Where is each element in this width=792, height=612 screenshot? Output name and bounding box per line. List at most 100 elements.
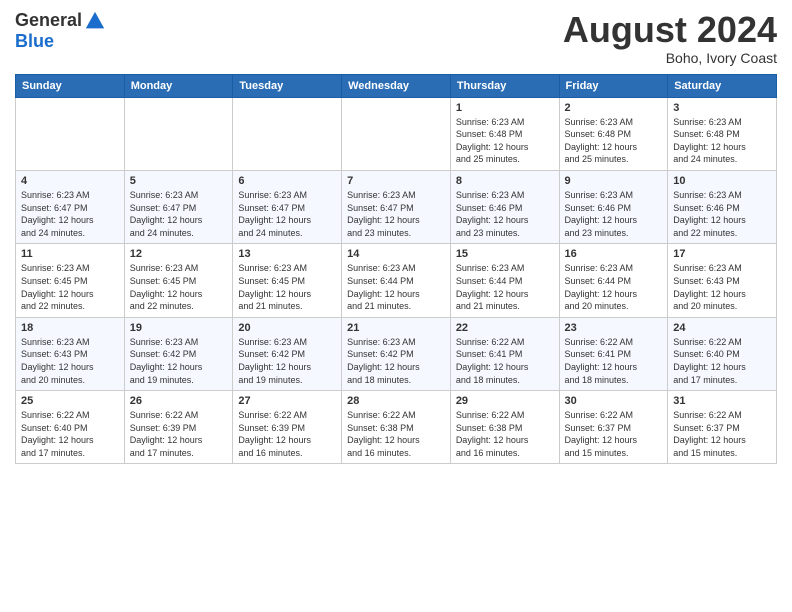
day-number: 29 <box>456 395 554 407</box>
day-number: 31 <box>673 395 771 407</box>
day-info: Sunrise: 6:23 AM Sunset: 6:47 PM Dayligh… <box>21 189 119 239</box>
calendar-cell: 3 Sunrise: 6:23 AM Sunset: 6:48 PM Daylig… <box>668 97 777 170</box>
day-number: 11 <box>21 248 119 260</box>
day-info: Sunrise: 6:22 AM Sunset: 6:37 PM Dayligh… <box>673 409 771 459</box>
day-info: Sunrise: 6:23 AM Sunset: 6:47 PM Dayligh… <box>347 189 445 239</box>
calendar-cell: 30 Sunrise: 6:22 AM Sunset: 6:37 PM Dayli… <box>559 391 668 464</box>
day-info: Sunrise: 6:23 AM Sunset: 6:48 PM Dayligh… <box>673 116 771 166</box>
calendar-week-2: 4 Sunrise: 6:23 AM Sunset: 6:47 PM Daylig… <box>16 170 777 243</box>
day-number: 15 <box>456 248 554 260</box>
day-number: 6 <box>238 175 336 187</box>
calendar-header-monday: Monday <box>124 74 233 97</box>
calendar-cell: 25Sunrise: 6:22 AM Sunset: 6:40 PM Dayli… <box>16 391 125 464</box>
logo-blue: Blue <box>15 32 106 52</box>
day-number: 30 <box>565 395 663 407</box>
calendar-cell: 16Sunrise: 6:23 AM Sunset: 6:44 PM Dayli… <box>559 244 668 317</box>
day-number: 17 <box>673 248 771 260</box>
day-info: Sunrise: 6:22 AM Sunset: 6:41 PM Dayligh… <box>456 336 554 386</box>
calendar-cell: 17Sunrise: 6:23 AM Sunset: 6:43 PM Dayli… <box>668 244 777 317</box>
day-number: 5 <box>130 175 228 187</box>
calendar-week-4: 18 Sunrise: 6:23 AM Sunset: 6:43 PM Dayli… <box>16 317 777 390</box>
calendar-cell: 15Sunrise: 6:23 AM Sunset: 6:44 PM Dayli… <box>450 244 559 317</box>
day-number: 7 <box>347 175 445 187</box>
day-number: 2 <box>565 102 663 114</box>
calendar-cell: 14 Sunrise: 6:23 AM Sunset: 6:44 PM Dayli… <box>342 244 451 317</box>
day-info: Sunrise: 6:23 AM Sunset: 6:44 PM Dayligh… <box>565 262 663 312</box>
day-info: Sunrise: 6:23 AM Sunset: 6:47 PM Dayligh… <box>130 189 228 239</box>
day-info: Sunrise: 6:23 AM Sunset: 6:44 PM Dayligh… <box>347 262 445 312</box>
calendar-cell: 5 Sunrise: 6:23 AM Sunset: 6:47 PM Daylig… <box>124 170 233 243</box>
calendar-cell <box>16 97 125 170</box>
logo-text-block: General Blue <box>15 10 106 52</box>
page: General Blue August 2024 Boho, Ivory Coa… <box>0 0 792 612</box>
day-number: 23 <box>565 322 663 334</box>
calendar-cell: 11 Sunrise: 6:23 AM Sunset: 6:45 PM Dayli… <box>16 244 125 317</box>
day-info: Sunrise: 6:22 AM Sunset: 6:39 PM Dayligh… <box>130 409 228 459</box>
calendar-cell: 27Sunrise: 6:22 AM Sunset: 6:39 PM Dayli… <box>233 391 342 464</box>
day-info: Sunrise: 6:23 AM Sunset: 6:45 PM Dayligh… <box>238 262 336 312</box>
calendar-cell: 26Sunrise: 6:22 AM Sunset: 6:39 PM Dayli… <box>124 391 233 464</box>
day-info: Sunrise: 6:23 AM Sunset: 6:46 PM Dayligh… <box>565 189 663 239</box>
day-number: 19 <box>130 322 228 334</box>
day-info: Sunrise: 6:23 AM Sunset: 6:42 PM Dayligh… <box>238 336 336 386</box>
calendar-cell <box>124 97 233 170</box>
day-info: Sunrise: 6:22 AM Sunset: 6:38 PM Dayligh… <box>347 409 445 459</box>
day-info: Sunrise: 6:22 AM Sunset: 6:37 PM Dayligh… <box>565 409 663 459</box>
logo-general: General <box>15 11 82 31</box>
day-number: 20 <box>238 322 336 334</box>
calendar-cell: 9 Sunrise: 6:23 AM Sunset: 6:46 PM Daylig… <box>559 170 668 243</box>
day-number: 13 <box>238 248 336 260</box>
day-info: Sunrise: 6:23 AM Sunset: 6:42 PM Dayligh… <box>347 336 445 386</box>
day-info: Sunrise: 6:23 AM Sunset: 6:46 PM Dayligh… <box>456 189 554 239</box>
title-block: August 2024 Boho, Ivory Coast <box>563 10 777 66</box>
calendar-cell: 13 Sunrise: 6:23 AM Sunset: 6:45 PM Dayli… <box>233 244 342 317</box>
day-number: 10 <box>673 175 771 187</box>
calendar-header-row: SundayMondayTuesdayWednesdayThursdayFrid… <box>16 74 777 97</box>
day-info: Sunrise: 6:23 AM Sunset: 6:42 PM Dayligh… <box>130 336 228 386</box>
day-number: 8 <box>456 175 554 187</box>
day-info: Sunrise: 6:23 AM Sunset: 6:48 PM Dayligh… <box>565 116 663 166</box>
day-number: 3 <box>673 102 771 114</box>
logo-icon <box>84 10 106 32</box>
calendar-week-3: 11 Sunrise: 6:23 AM Sunset: 6:45 PM Dayli… <box>16 244 777 317</box>
calendar-cell: 20 Sunrise: 6:23 AM Sunset: 6:42 PM Dayli… <box>233 317 342 390</box>
day-info: Sunrise: 6:23 AM Sunset: 6:45 PM Dayligh… <box>21 262 119 312</box>
calendar-header-tuesday: Tuesday <box>233 74 342 97</box>
day-info: Sunrise: 6:22 AM Sunset: 6:38 PM Dayligh… <box>456 409 554 459</box>
calendar-cell: 4 Sunrise: 6:23 AM Sunset: 6:47 PM Daylig… <box>16 170 125 243</box>
calendar-cell: 10Sunrise: 6:23 AM Sunset: 6:46 PM Dayli… <box>668 170 777 243</box>
calendar-cell <box>233 97 342 170</box>
calendar-header-friday: Friday <box>559 74 668 97</box>
day-number: 14 <box>347 248 445 260</box>
calendar-header-sunday: Sunday <box>16 74 125 97</box>
day-number: 22 <box>456 322 554 334</box>
calendar-header-wednesday: Wednesday <box>342 74 451 97</box>
day-number: 4 <box>21 175 119 187</box>
calendar-cell: 24Sunrise: 6:22 AM Sunset: 6:40 PM Dayli… <box>668 317 777 390</box>
day-info: Sunrise: 6:23 AM Sunset: 6:48 PM Dayligh… <box>456 116 554 166</box>
calendar-cell: 31 Sunrise: 6:22 AM Sunset: 6:37 PM Dayli… <box>668 391 777 464</box>
day-info: Sunrise: 6:23 AM Sunset: 6:47 PM Dayligh… <box>238 189 336 239</box>
calendar-cell: 22 Sunrise: 6:22 AM Sunset: 6:41 PM Dayli… <box>450 317 559 390</box>
day-number: 9 <box>565 175 663 187</box>
day-number: 18 <box>21 322 119 334</box>
logo: General Blue <box>15 10 106 52</box>
calendar-cell: 18 Sunrise: 6:23 AM Sunset: 6:43 PM Dayli… <box>16 317 125 390</box>
calendar-cell: 12Sunrise: 6:23 AM Sunset: 6:45 PM Dayli… <box>124 244 233 317</box>
calendar-header-thursday: Thursday <box>450 74 559 97</box>
day-number: 27 <box>238 395 336 407</box>
day-info: Sunrise: 6:23 AM Sunset: 6:43 PM Dayligh… <box>21 336 119 386</box>
day-number: 1 <box>456 102 554 114</box>
day-info: Sunrise: 6:23 AM Sunset: 6:45 PM Dayligh… <box>130 262 228 312</box>
calendar-cell <box>342 97 451 170</box>
calendar-week-5: 25Sunrise: 6:22 AM Sunset: 6:40 PM Dayli… <box>16 391 777 464</box>
calendar-cell: 23Sunrise: 6:22 AM Sunset: 6:41 PM Dayli… <box>559 317 668 390</box>
day-info: Sunrise: 6:22 AM Sunset: 6:40 PM Dayligh… <box>21 409 119 459</box>
month-title: August 2024 <box>563 10 777 50</box>
calendar-cell: 28Sunrise: 6:22 AM Sunset: 6:38 PM Dayli… <box>342 391 451 464</box>
calendar-table: SundayMondayTuesdayWednesdayThursdayFrid… <box>15 74 777 465</box>
calendar-cell: 1 Sunrise: 6:23 AM Sunset: 6:48 PM Daylig… <box>450 97 559 170</box>
calendar-header-saturday: Saturday <box>668 74 777 97</box>
calendar-cell: 8 Sunrise: 6:23 AM Sunset: 6:46 PM Daylig… <box>450 170 559 243</box>
day-info: Sunrise: 6:22 AM Sunset: 6:40 PM Dayligh… <box>673 336 771 386</box>
